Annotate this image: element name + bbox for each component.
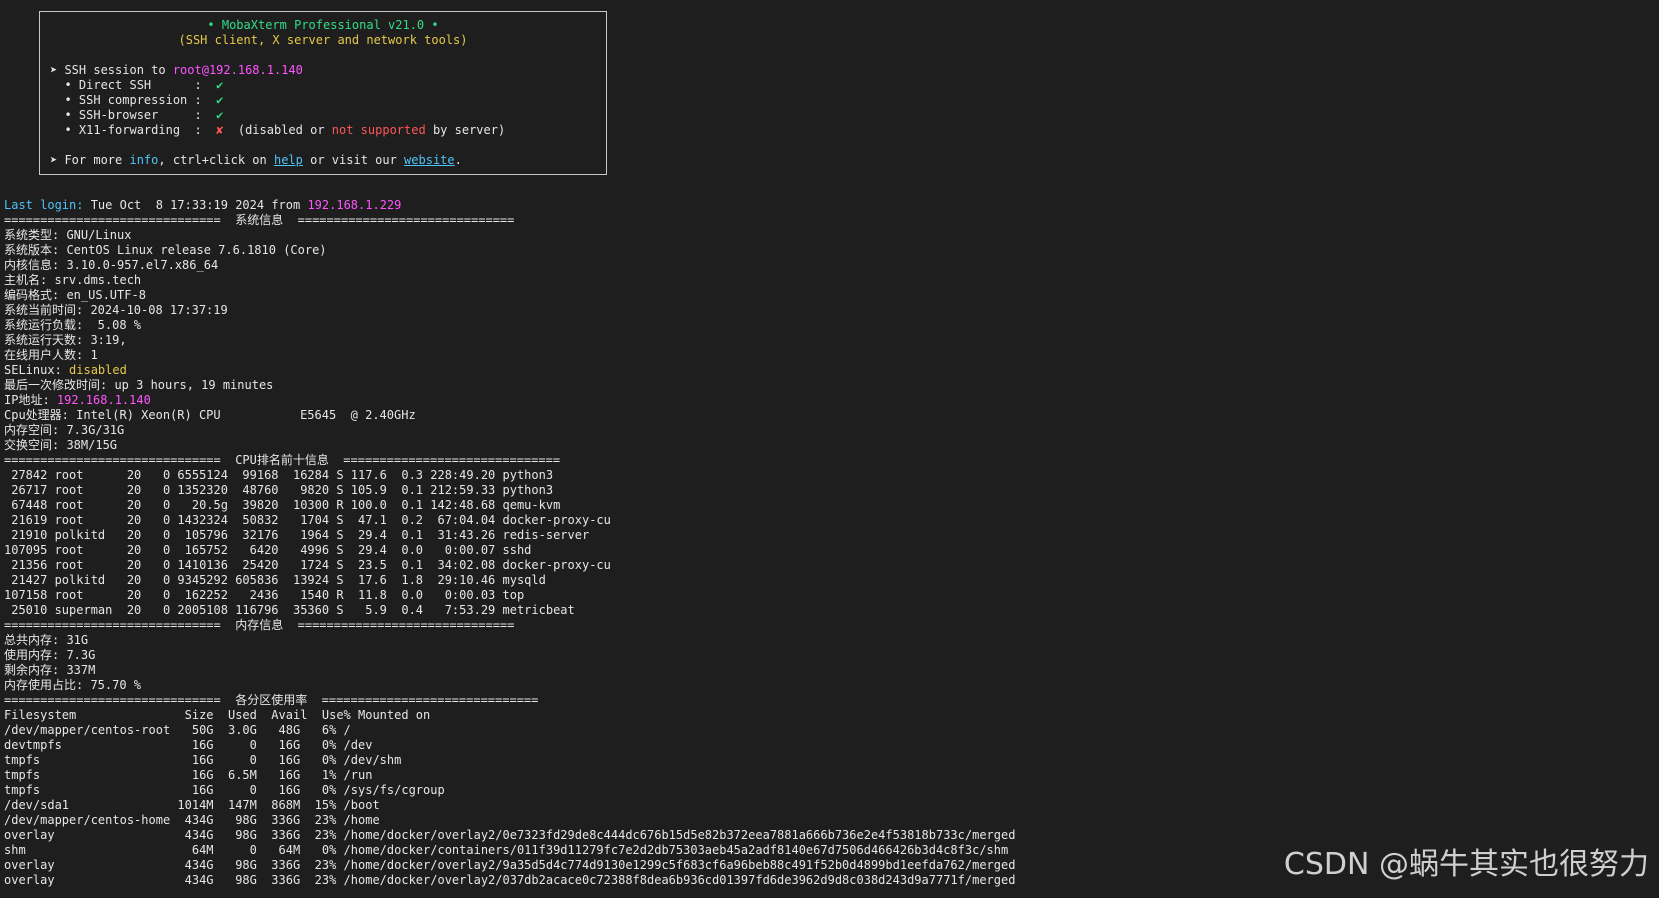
banner-spacer-2: [50, 138, 606, 153]
last-modified-line: 最后一次修改时间: up 3 hours, 19 minutes: [4, 378, 274, 392]
ip-line: IP地址: 192.168.1.140: [4, 393, 1015, 408]
selinux-line: SELinux: disabled: [4, 363, 1015, 378]
mem-space-line: 内存空间: 7.3G/31G: [4, 423, 125, 437]
sysinfo-line: 系统当前时间: 2024-10-08 17:37:19: [4, 303, 228, 317]
ssh-target: root@192.168.1.140: [172, 63, 303, 77]
csdn-watermark: CSDN @蜗牛其实也很努力: [1283, 847, 1649, 882]
disk-row: tmpfs 16G 0 16G 0% /dev/shm: [4, 753, 402, 767]
terminal-output: Last login: Tue Oct 8 17:33:19 2024 from…: [4, 198, 1015, 888]
mem-row: 剩余内存: 337M: [4, 663, 96, 677]
visit-mid: or visit our: [302, 153, 405, 167]
banner-subtitle: (SSH client, X server and network tools): [178, 33, 468, 47]
swap-space-line: 交换空间: 38M/15G: [4, 438, 118, 452]
sysinfo-line: 编码格式: en_US.UTF-8: [4, 288, 146, 302]
disk-row: overlay 434G 98G 336G 23% /home/docker/o…: [4, 858, 1016, 872]
cpu-line: Cpu处理器: Intel(R) Xeon(R) CPU E5645 @ 2.4…: [4, 408, 416, 422]
banner-spacer: [50, 48, 606, 63]
check-icon: ✔: [216, 93, 224, 107]
x11-note-disabled: (disabled: [223, 123, 311, 137]
last-login-label: Last login:: [4, 198, 84, 212]
last-login-text: Tue Oct 8 17:33:19 2024 from: [83, 198, 308, 212]
cpu-row: 21619 root 20 0 1432324 50832 1704 S 47.…: [4, 513, 611, 527]
feature-label: • SSH compression :: [50, 93, 217, 107]
x11-note-not-supported: not supported: [324, 123, 426, 137]
ip-value: 192.168.1.140: [56, 393, 151, 407]
disk-row: devtmpfs 16G 0 16G 0% /dev: [4, 738, 373, 752]
disk-row: /dev/sda1 1014M 147M 868M 15% /boot: [4, 798, 380, 812]
selinux-value: disabled: [69, 363, 127, 377]
feature-label: • X11-forwarding :: [50, 123, 217, 137]
cpu-row: 107158 root 20 0 162252 2436 1540 R 11.8…: [4, 588, 525, 602]
feature-direct-ssh: • Direct SSH : ✔: [50, 78, 606, 93]
disk-row: /dev/mapper/centos-home 434G 98G 336G 23…: [4, 813, 380, 827]
cpu-row: 21356 root 20 0 1410136 25420 1724 S 23.…: [4, 558, 611, 572]
info-word: info: [129, 153, 159, 167]
cpu-row: 27842 root 20 0 6555124 99168 16284 S 11…: [4, 468, 554, 482]
cpu-row: 25010 superman 20 0 2005108 116796 35360…: [4, 603, 575, 617]
mem-row: 内存使用占比: 75.70 %: [4, 678, 142, 692]
sysinfo-line: 主机名: srv.dms.tech: [4, 273, 142, 287]
feature-label: • SSH-browser :: [50, 108, 217, 122]
check-icon: ✔: [216, 78, 224, 92]
cpu-row: 21427 polkitd 20 0 9345292 605836 13924 …: [4, 573, 546, 587]
selinux-label: SELinux:: [4, 363, 70, 377]
feature-x11-forwarding: • X11-forwarding : ✘ (disabled or not su…: [50, 123, 606, 138]
disk-row: tmpfs 16G 0 16G 0% /sys/fs/cgroup: [4, 783, 445, 797]
ip-label: IP地址:: [4, 393, 57, 407]
x11-note-by-server: by server): [425, 123, 506, 137]
info-mid: , ctrl+click on: [158, 153, 274, 167]
disk-row: tmpfs 16G 6.5M 16G 1% /run: [4, 768, 373, 782]
cpu-row: 107095 root 20 0 165752 6420 4996 S 29.4…: [4, 543, 532, 557]
mem-header: ============================== 内存信息 ====…: [4, 618, 515, 632]
feature-ssh-compression: • SSH compression : ✔: [50, 93, 606, 108]
mobaxterm-banner: • MobaXterm Professional v21.0 • (SSH cl…: [39, 11, 607, 175]
cpu-row: 67448 root 20 0 20.5g 39820 10300 R 100.…: [4, 498, 561, 512]
ssh-session-prefix: ➤ SSH session to: [50, 63, 173, 77]
sysinfo-line: 系统运行天数: 3:19,: [4, 333, 127, 347]
disk-row: shm 64M 0 64M 0% /home/docker/containers…: [4, 843, 1009, 857]
feature-ssh-browser: • SSH-browser : ✔: [50, 108, 606, 123]
mem-row: 总共内存: 31G: [4, 633, 89, 647]
cpu-row: 21910 polkitd 20 0 105796 32176 1964 S 2…: [4, 528, 590, 542]
info-period: .: [454, 153, 462, 167]
sysinfo-line: 系统运行负载: 5.08 %: [4, 318, 142, 332]
cpu-row: 26717 root 20 0 1352320 48760 9820 S 105…: [4, 483, 554, 497]
last-login-ip: 192.168.1.229: [307, 198, 402, 212]
x11-note-or: or: [310, 123, 325, 137]
disk-row: Filesystem Size Used Avail Use% Mounted …: [4, 708, 431, 722]
last-login-line: Last login: Tue Oct 8 17:33:19 2024 from…: [4, 198, 1015, 213]
disk-row: overlay 434G 98G 336G 23% /home/docker/o…: [4, 828, 1016, 842]
ssh-session-line: ➤ SSH session to root@192.168.1.140: [50, 63, 606, 78]
disk-row: /dev/mapper/centos-root 50G 3.0G 48G 6% …: [4, 723, 351, 737]
sysinfo-line: 在线用户人数: 1: [4, 348, 98, 362]
sysinfo-line: 系统版本: CentOS Linux release 7.6.1810 (Cor…: [4, 243, 327, 257]
cpu-header: ============================== CPU排名前十信息…: [4, 453, 561, 467]
sysinfo-header: ============================== 系统信息 ====…: [4, 213, 515, 227]
help-link[interactable]: help: [274, 153, 303, 167]
banner-title: • MobaXterm Professional v21.0 •: [207, 18, 439, 32]
check-icon: ✔: [216, 108, 224, 122]
more-info-line: ➤ For more info, ctrl+click on help or v…: [50, 153, 606, 168]
feature-label: • Direct SSH :: [50, 78, 217, 92]
sysinfo-line: 内核信息: 3.10.0-957.el7.x86_64: [4, 258, 219, 272]
info-prefix: ➤ For more: [50, 153, 130, 167]
mem-row: 使用内存: 7.3G: [4, 648, 96, 662]
website-link[interactable]: website: [404, 153, 455, 167]
disk-row: overlay 434G 98G 336G 23% /home/docker/o…: [4, 873, 1016, 887]
disk-header: ============================== 各分区使用率 ==…: [4, 693, 539, 707]
sysinfo-line: 系统类型: GNU/Linux: [4, 228, 132, 242]
